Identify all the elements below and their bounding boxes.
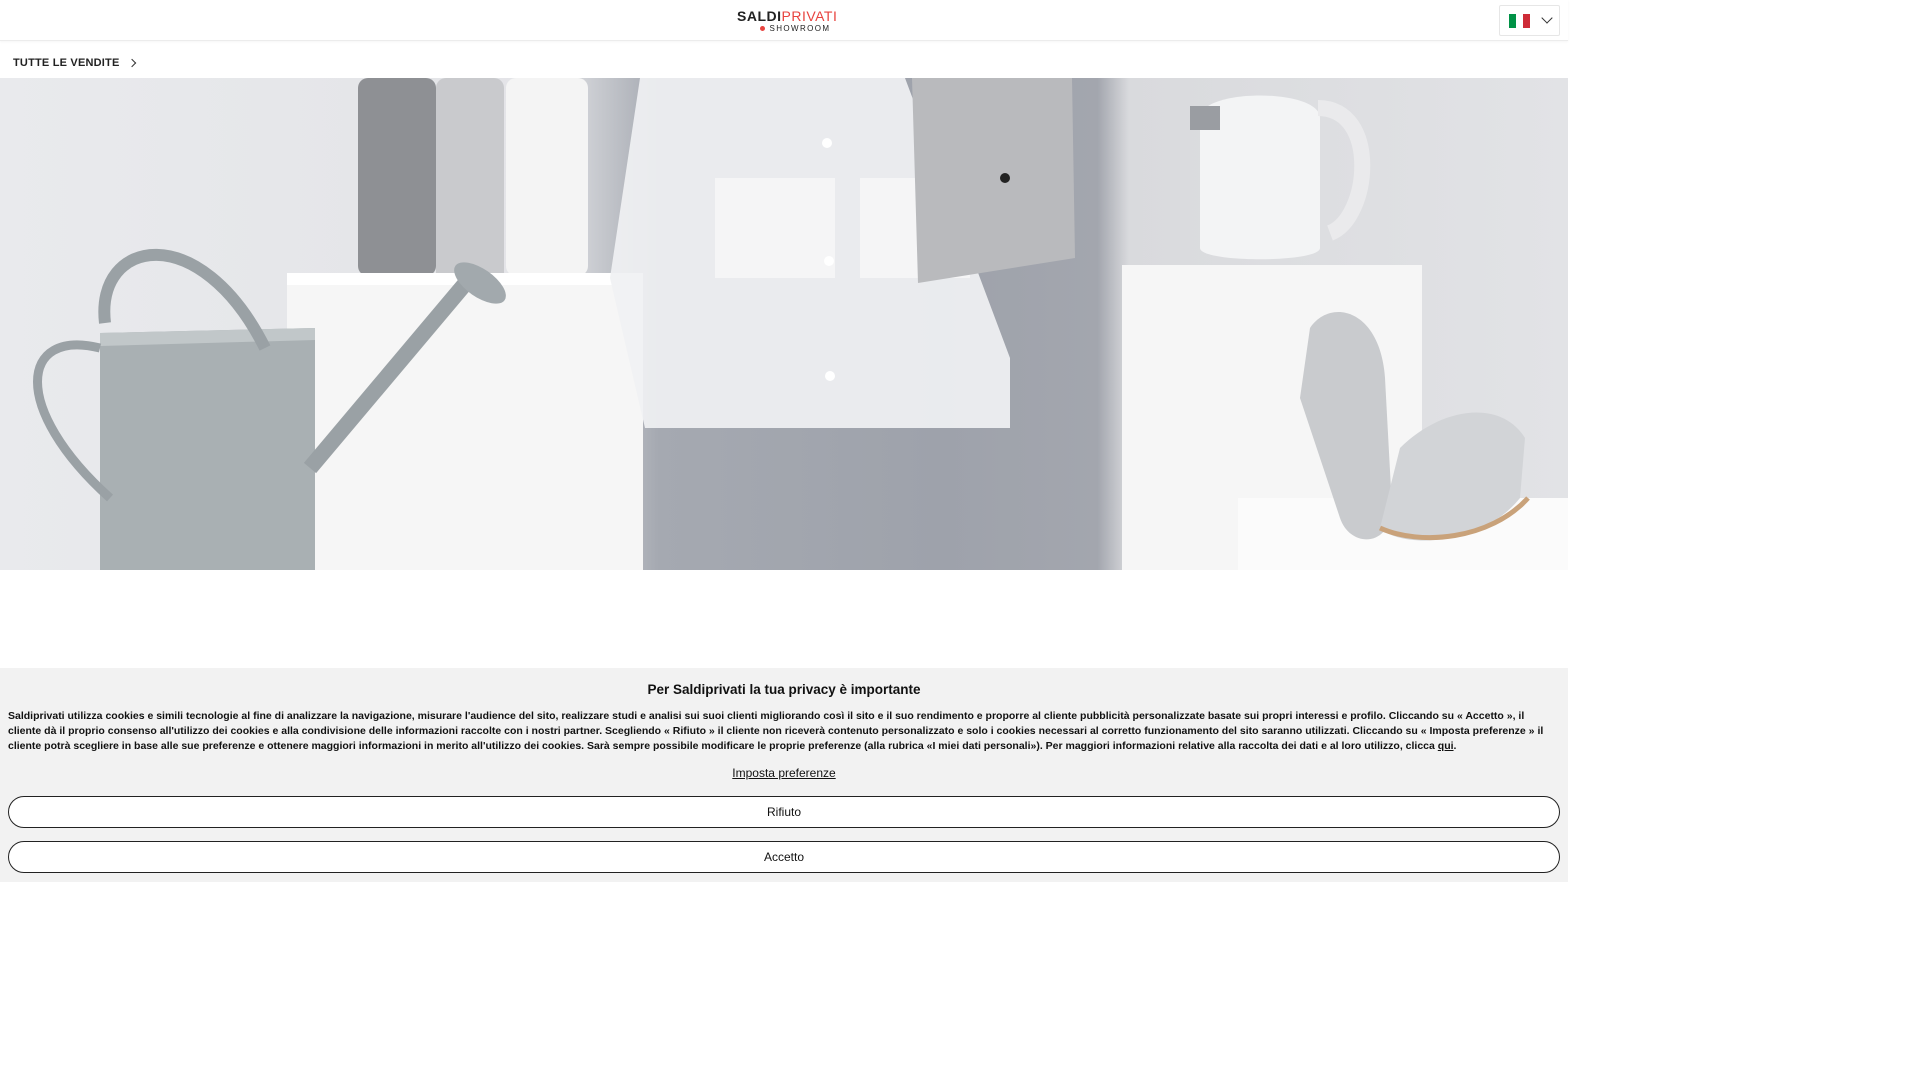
vase-dark-grey xyxy=(358,78,436,276)
cookie-info-link[interactable]: qui xyxy=(1438,740,1454,752)
hero-banner-image xyxy=(0,78,1568,570)
breadcrumb-label: TUTTE LE VENDITE xyxy=(13,57,120,69)
cookie-body-end: . xyxy=(1453,739,1457,752)
logo-dot xyxy=(760,26,765,31)
breadcrumb-all-sales[interactable]: TUTTE LE VENDITE xyxy=(13,55,137,71)
italy-flag-icon xyxy=(1509,13,1530,28)
grey-trousers xyxy=(912,78,1075,283)
site-header: SALDIPRIVATI SHOWROOM xyxy=(0,0,1568,41)
watering-can-side-handle xyxy=(33,340,114,502)
logo-subtitle: SHOWROOM xyxy=(769,24,831,33)
vase-white xyxy=(506,78,588,276)
hero-illustration xyxy=(33,78,1568,570)
cookie-title: Per Saldiprivati la tua privacy è import… xyxy=(647,682,921,697)
watering-can-body xyxy=(100,328,315,570)
language-selector[interactable] xyxy=(1499,5,1560,36)
cookie-text: Saldiprivati utilizza cookies e simili t… xyxy=(8,709,1560,753)
reject-button[interactable]: Rifiuto xyxy=(8,796,1560,828)
vase-light-grey xyxy=(436,78,504,283)
accept-button[interactable]: Accetto xyxy=(8,841,1560,873)
saldiprivati-logo[interactable]: SALDIPRIVATI SHOWROOM xyxy=(737,8,837,34)
chevron-down-icon xyxy=(1541,12,1553,24)
cookie-consent-panel: Per Saldiprivati la tua privacy è import… xyxy=(0,668,1568,882)
cookie-body: Saldiprivati utilizza cookies e simili t… xyxy=(8,710,1544,752)
logo-part-1: SALDI xyxy=(737,8,782,24)
chevron-right-icon xyxy=(128,58,137,68)
set-preferences-link[interactable]: Imposta preferenze xyxy=(0,766,1568,780)
logo-part-2: PRIVATI xyxy=(781,8,838,24)
